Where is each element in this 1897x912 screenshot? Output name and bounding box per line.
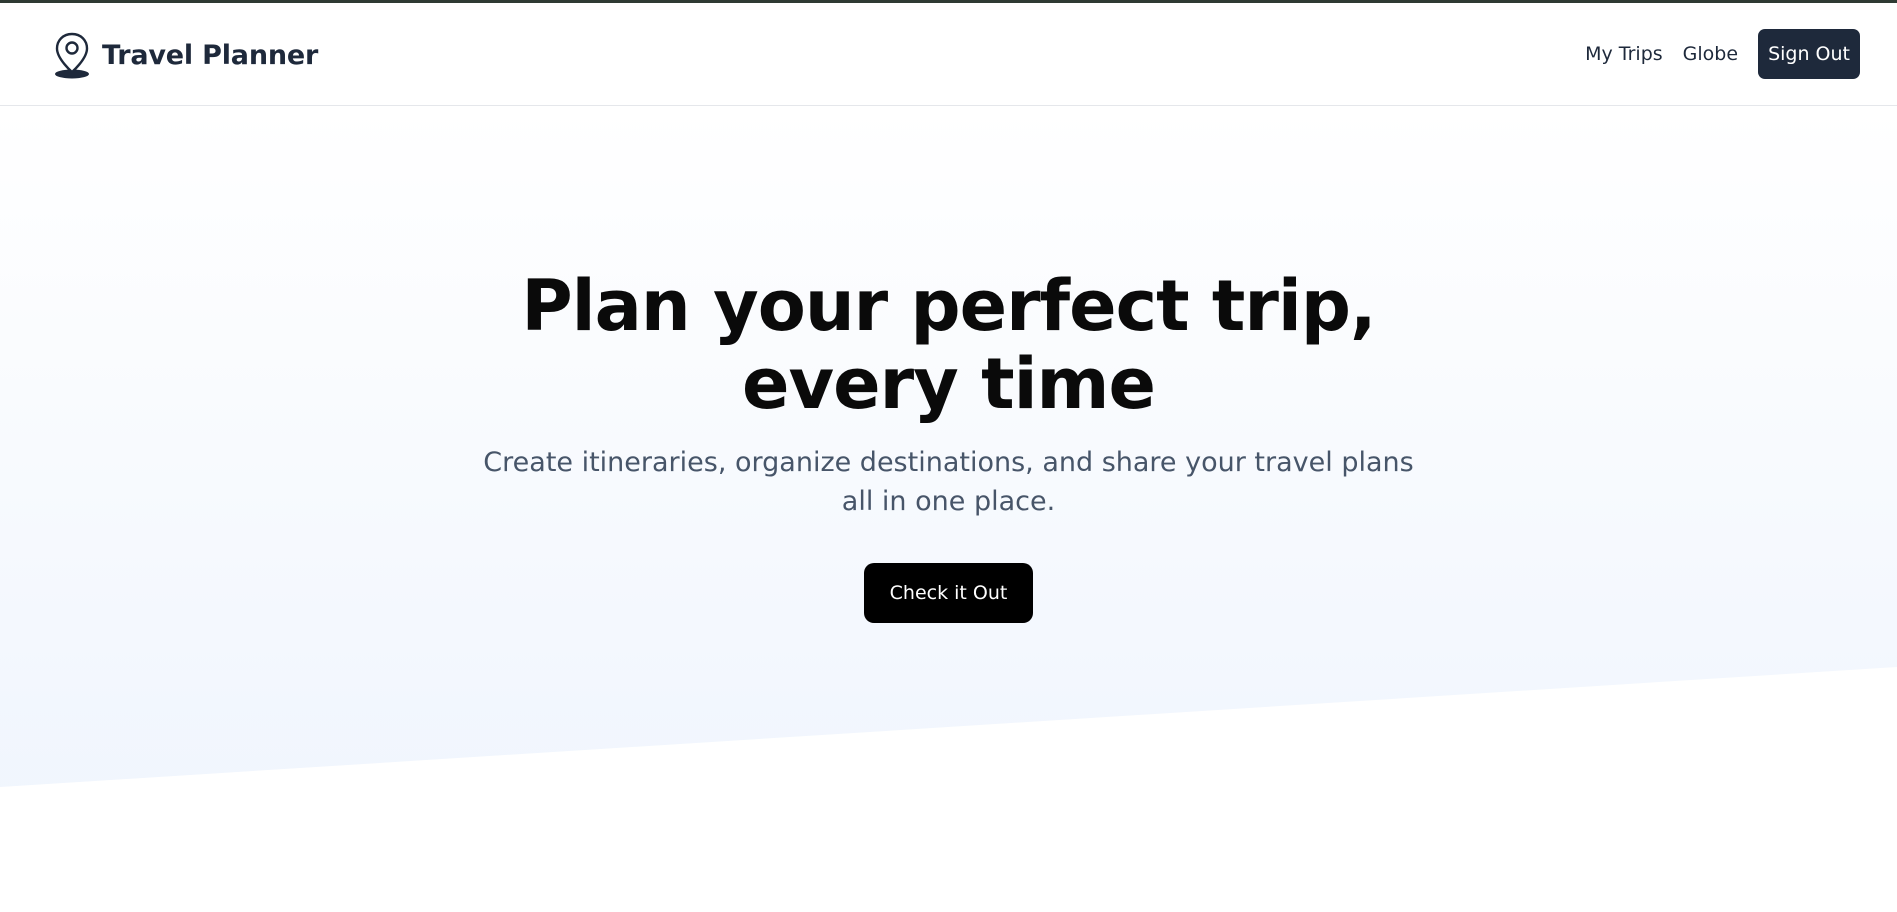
hero-title: Plan your perfect trip, every time xyxy=(499,267,1399,423)
nav-link-my-trips[interactable]: My Trips xyxy=(1585,43,1663,65)
brand[interactable]: Travel Planner xyxy=(52,30,318,80)
hero-title-line-2: every time xyxy=(742,343,1156,425)
hero-subtitle: Create itineraries, organize destination… xyxy=(483,447,1414,517)
hero-title-line-1: Plan your perfect trip, xyxy=(521,265,1376,347)
nav-links: My Trips Globe Sign Out xyxy=(1585,29,1860,79)
check-it-out-button[interactable]: Check it Out xyxy=(864,563,1033,623)
hero-content: Plan your perfect trip, every time Creat… xyxy=(0,267,1897,623)
hero-section: Plan your perfect trip, every time Creat… xyxy=(0,107,1897,912)
nav-link-globe[interactable]: Globe xyxy=(1683,43,1738,65)
top-navbar: Travel Planner My Trips Globe Sign Out xyxy=(0,3,1897,106)
map-pin-icon xyxy=(55,32,89,79)
sign-out-button[interactable]: Sign Out xyxy=(1758,29,1860,79)
brand-title: Travel Planner xyxy=(102,39,319,71)
